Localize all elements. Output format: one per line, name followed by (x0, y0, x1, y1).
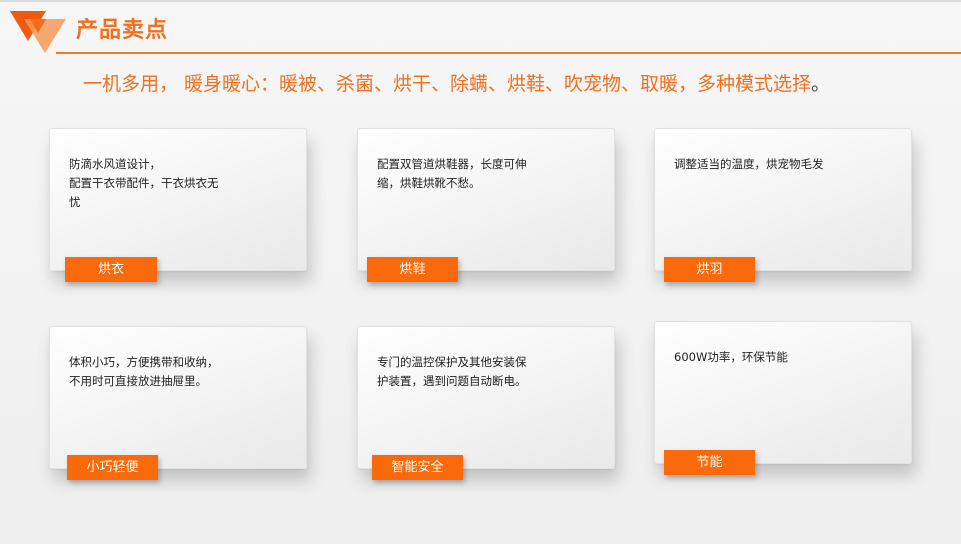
feature-card-description: 配置双管道烘鞋器，长度可伸 缩，烘鞋烘靴不愁。 (377, 157, 527, 190)
feature-card-clothes: 防滴水风道设计， 配置干衣带配件，干衣烘衣无 忧 (49, 128, 307, 271)
tagline-end-mark: 。 (811, 73, 831, 95)
feature-card-tag: 节能 (664, 450, 755, 475)
feature-card-tag: 烘衣 (65, 257, 157, 282)
tagline-text: 一机多用， 暖身暖心：暖被、杀菌、烘干、除螨、烘鞋、吹宠物、取暖，多种模式选择 (83, 73, 812, 95)
feature-card-shoes: 配置双管道烘鞋器，长度可伸 缩，烘鞋烘靴不愁。 (357, 128, 615, 271)
feature-card-safety: 专门的温控保护及其他安装保 护装置，遇到问题自动断电。 (357, 326, 615, 469)
top-border (0, 0, 961, 2)
feature-card-description: 600W功率，环保节能 (674, 350, 788, 364)
feature-card-portable: 体积小巧，方便携带和收纳， 不用时可直接放进抽屉里。 (49, 326, 307, 469)
feature-card-tag: 小巧轻便 (67, 455, 158, 480)
title-underline (56, 52, 961, 54)
feature-card-tag: 烘鞋 (367, 257, 458, 282)
feature-card-description: 防滴水风道设计， 配置干衣带配件，干衣烘衣无 忧 (69, 157, 219, 209)
feature-card-energy: 600W功率，环保节能 (654, 321, 912, 464)
feature-card-description: 专门的温控保护及其他安装保 护装置，遇到问题自动断电。 (377, 355, 527, 388)
feature-card-description: 调整适当的温度，烘宠物毛发 (674, 157, 824, 171)
triangle-logo-icon (10, 11, 66, 53)
feature-card-pets: 调整适当的温度，烘宠物毛发 (654, 128, 912, 271)
slide: 产品卖点 一机多用， 暖身暖心：暖被、杀菌、烘干、除螨、烘鞋、吹宠物、取暖，多种… (0, 0, 961, 544)
feature-card-tag: 烘羽 (664, 257, 755, 282)
feature-card-description: 体积小巧，方便携带和收纳， 不用时可直接放进抽屉里。 (69, 355, 219, 388)
tagline: 一机多用， 暖身暖心：暖被、杀菌、烘干、除螨、烘鞋、吹宠物、取暖，多种模式选择。 (83, 71, 943, 97)
page-title: 产品卖点 (76, 18, 169, 43)
feature-card-tag: 智能安全 (372, 455, 463, 480)
